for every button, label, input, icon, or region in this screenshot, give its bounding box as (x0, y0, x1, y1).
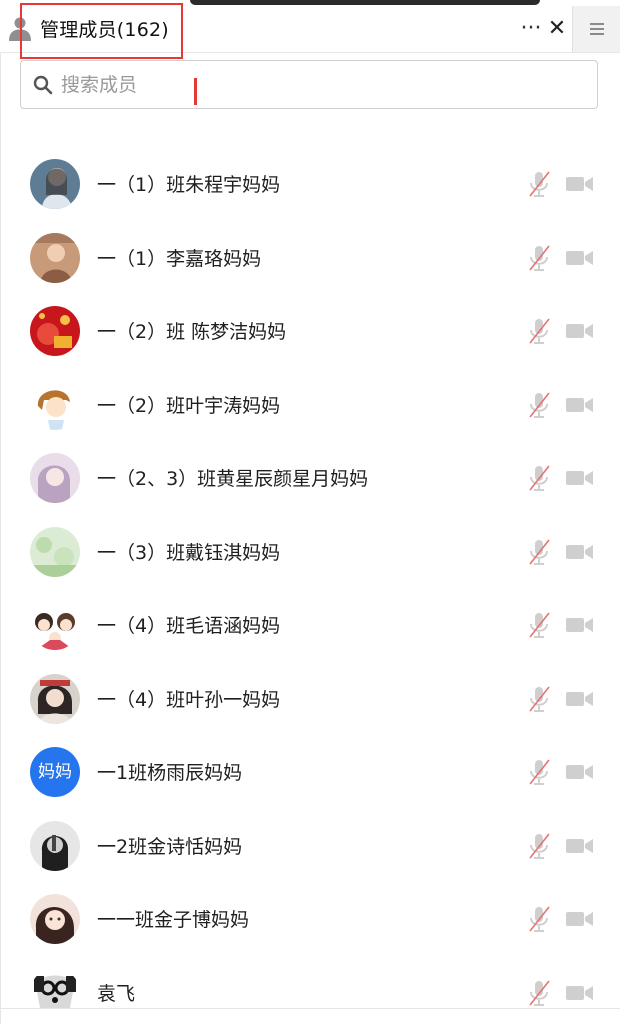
camera-off-icon[interactable] (566, 249, 593, 267)
mic-muted-icon[interactable] (527, 979, 551, 1007)
member-name: 一（1）李嘉珞妈妈 (97, 247, 262, 270)
member-name: 袁飞 (97, 982, 136, 1005)
more-options-button[interactable]: ··· (517, 14, 545, 44)
search-box[interactable] (20, 60, 598, 109)
member-row[interactable]: 一（2、3）班黄星辰颜星月妈妈 (0, 442, 620, 515)
member-row[interactable]: 一（4）班毛语涵妈妈 (0, 589, 620, 662)
divider (0, 1008, 620, 1009)
camera-off-icon[interactable] (566, 690, 593, 708)
avatar (30, 453, 80, 503)
avatar (30, 232, 80, 283)
annotation-cursor-mark (194, 78, 197, 105)
member-row[interactable]: 一（1）李嘉珞妈妈 (0, 222, 620, 295)
member-row[interactable]: 袁飞 (0, 957, 620, 1030)
member-row[interactable]: 一一班金子博妈妈 (0, 883, 620, 956)
member-name: 一1班杨雨辰妈妈 (97, 762, 243, 784)
search-icon (33, 75, 53, 95)
member-row[interactable]: 一（2）班叶宇涛妈妈 (0, 369, 620, 442)
member-row[interactable]: 一（3）班戴钰淇妈妈 (0, 516, 620, 589)
avatar (30, 673, 80, 724)
camera-off-icon[interactable] (566, 543, 593, 561)
page-title: 管理成员(162) (40, 19, 169, 41)
avatar (30, 967, 80, 1018)
menu-button[interactable] (572, 6, 620, 52)
member-row[interactable]: 妈妈 一1班杨雨辰妈妈 (0, 736, 620, 809)
member-name: 一2班金诗恬妈妈 (97, 835, 243, 858)
camera-off-icon[interactable] (566, 616, 593, 634)
member-row[interactable]: 一（4）班叶孙一妈妈 (0, 663, 620, 736)
member-name: 一（4）班毛语涵妈妈 (97, 615, 281, 637)
mic-muted-icon[interactable] (527, 317, 551, 345)
member-name: 一（4）班叶孙一妈妈 (97, 688, 281, 711)
close-button[interactable]: ✕ (545, 14, 569, 44)
menu-icon (590, 23, 604, 25)
mic-muted-icon[interactable] (527, 905, 551, 933)
avatar (30, 306, 80, 356)
panel-header: 管理成员(162) ··· ✕ (0, 6, 620, 53)
avatar (30, 894, 80, 944)
mic-muted-icon[interactable] (527, 758, 551, 786)
mic-muted-icon[interactable] (527, 244, 551, 272)
member-name: 一一班金子博妈妈 (97, 909, 250, 931)
camera-off-icon[interactable] (566, 175, 593, 193)
camera-off-icon[interactable] (566, 396, 593, 414)
camera-off-icon[interactable] (566, 322, 593, 340)
camera-off-icon[interactable] (566, 837, 593, 855)
camera-off-icon[interactable] (566, 910, 593, 928)
camera-off-icon[interactable] (566, 763, 593, 781)
member-name: 一（2）班 陈梦洁妈妈 (97, 321, 287, 343)
mic-muted-icon[interactable] (527, 832, 551, 860)
mic-muted-icon[interactable] (527, 464, 551, 492)
search-input[interactable] (59, 69, 583, 101)
toolbar-edge (190, 0, 540, 5)
member-name: 一（2、3）班黄星辰颜星月妈妈 (97, 468, 369, 490)
avatar (30, 820, 80, 871)
avatar: 妈妈 (30, 747, 80, 797)
avatar (30, 379, 80, 430)
mic-muted-icon[interactable] (527, 391, 551, 419)
avatar (30, 526, 80, 577)
mic-muted-icon[interactable] (527, 611, 551, 639)
avatar (30, 159, 80, 209)
member-icon (9, 17, 31, 41)
member-name: 一（2）班叶宇涛妈妈 (97, 394, 281, 417)
mic-muted-icon[interactable] (527, 685, 551, 713)
mic-muted-icon[interactable] (527, 170, 551, 198)
camera-off-icon[interactable] (566, 984, 593, 1002)
avatar (30, 600, 80, 650)
mic-muted-icon[interactable] (527, 538, 551, 566)
member-row[interactable]: 一（1）班朱程宇妈妈 (0, 148, 620, 221)
camera-off-icon[interactable] (566, 469, 593, 487)
member-row[interactable]: 一2班金诗恬妈妈 (0, 810, 620, 883)
member-name: 一（3）班戴钰淇妈妈 (97, 541, 281, 564)
member-row[interactable]: 一（2）班 陈梦洁妈妈 (0, 295, 620, 368)
member-name: 一（1）班朱程宇妈妈 (97, 174, 281, 196)
